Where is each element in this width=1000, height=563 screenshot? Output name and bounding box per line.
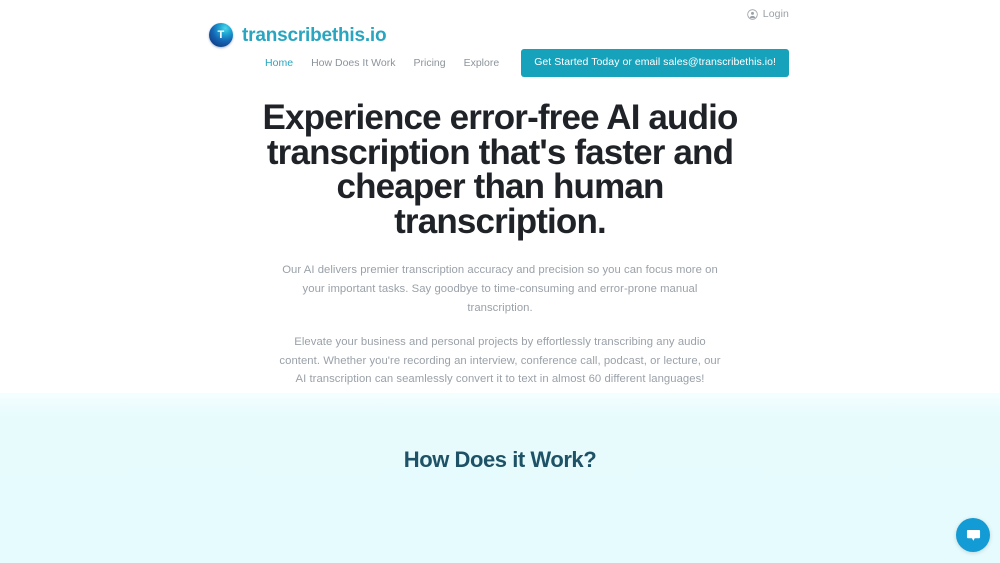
hero-section: Login T transcribethis.io Home How Does … [0,0,1000,393]
nav-item-how-does-it-work[interactable]: How Does It Work [302,58,404,69]
nav-links: Home How Does It Work Pricing Explore [256,58,508,69]
primary-navigation: Home How Does It Work Pricing Explore Ge… [0,48,1000,78]
login-link[interactable]: Login [747,8,789,20]
nav-item-pricing[interactable]: Pricing [404,58,454,69]
login-label: Login [762,8,789,20]
brand-name: transcribethis.io [242,24,387,46]
chat-widget-button[interactable] [956,518,990,552]
brand-mark-letter: T [217,28,225,41]
hero-paragraph-2: Elevate your business and personal proje… [279,336,721,386]
page-root: Login T transcribethis.io Home How Does … [0,0,1000,563]
hero-paragraphs: Our AI delivers premier transcription ac… [274,261,726,389]
brand-mark-icon: T [209,23,233,47]
hero-headline: Experience error-free AI audio transcrip… [262,98,738,241]
nav-item-home[interactable]: Home [256,58,302,69]
nav-item-explore[interactable]: Explore [455,58,509,69]
user-circle-icon [747,8,758,20]
hero-paragraph-1: Our AI delivers premier transcription ac… [282,264,718,314]
utility-bar: Login [0,0,1000,28]
brand-logo-link[interactable]: T transcribethis.io [209,23,387,47]
chat-bubble-icon [965,527,982,544]
how-it-works-heading: How Does it Work? [403,447,597,472]
get-started-cta-button[interactable]: Get Started Today or email sales@transcr… [521,49,789,77]
hero-copy: Experience error-free AI audio transcrip… [0,98,1000,389]
how-it-works-section: How Does it Work? [0,393,1000,563]
